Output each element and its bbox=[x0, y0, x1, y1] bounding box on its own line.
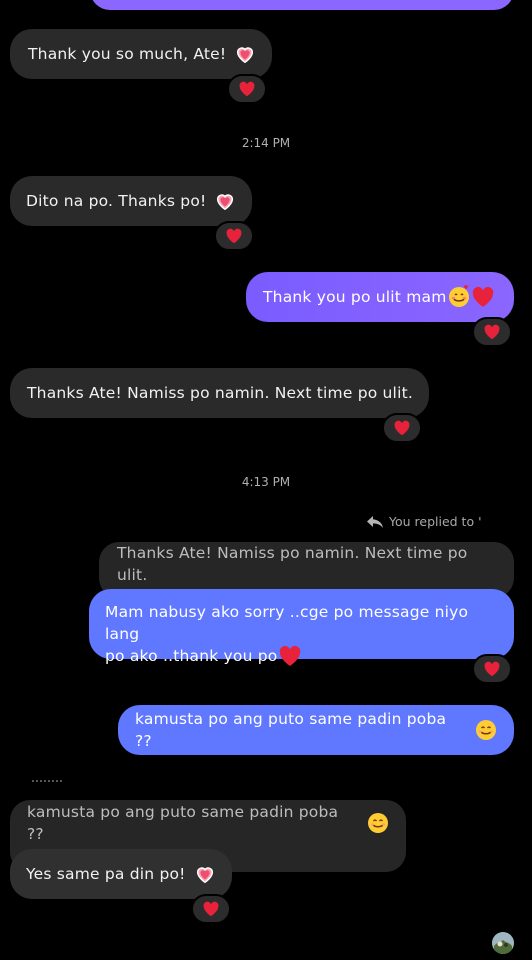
heart-icon bbox=[203, 901, 219, 917]
heart-icon bbox=[484, 661, 500, 677]
reaction-badge[interactable] bbox=[382, 413, 422, 443]
red-heart-emoji-icon bbox=[278, 645, 302, 667]
reply-header: You replied to ' bbox=[366, 514, 482, 529]
seen-avatar bbox=[492, 932, 514, 954]
heart-icon bbox=[484, 324, 500, 340]
message-text: Thank you so much, Ate! bbox=[28, 45, 227, 63]
reaction-badge[interactable] bbox=[227, 74, 267, 104]
message-text: Thanks Ate! Namiss po namin. Next time p… bbox=[27, 384, 413, 402]
quoted-text: kamusta po ang puto same padin poba ?? bbox=[27, 803, 339, 843]
reaction-badge[interactable] bbox=[214, 221, 254, 251]
heart-icon bbox=[226, 228, 242, 244]
smiling-face-icon bbox=[366, 811, 390, 835]
message-bubble-incoming[interactable]: Thank you so much, Ate! bbox=[10, 29, 273, 79]
message-text-line-2: po ako ..thank you po bbox=[105, 647, 278, 665]
message-bubble-outgoing[interactable]: Thank you po ulit mam bbox=[246, 272, 514, 322]
cut-off-text bbox=[32, 780, 62, 786]
previous-message-bubble[interactable] bbox=[90, 0, 514, 10]
message-bubble-incoming[interactable]: Dito na po. Thanks po! bbox=[10, 176, 253, 226]
timestamp: 4:13 PM bbox=[241, 475, 291, 489]
reply-header-text: You replied to ' bbox=[389, 514, 482, 529]
message-text: Thank you po ulit mam bbox=[263, 288, 447, 306]
reply-arrow-icon bbox=[367, 515, 383, 528]
pink-heart-emoji-icon bbox=[214, 190, 236, 212]
message-bubble-outgoing[interactable]: kamusta po ang puto same padin poba ?? bbox=[118, 705, 514, 755]
heart-icon bbox=[394, 420, 410, 436]
quoted-text: Thanks Ate! Namiss po namin. Next time p… bbox=[117, 544, 468, 584]
reaction-badge[interactable] bbox=[472, 317, 512, 347]
message-bubble-outgoing[interactable]: Mam nabusy ako sorry ..cge po message ni… bbox=[89, 589, 514, 666]
message-text: Dito na po. Thanks po! bbox=[26, 192, 207, 210]
timestamp: 2:14 PM bbox=[241, 136, 291, 150]
message-text: Yes same pa din po! bbox=[26, 865, 186, 883]
reaction-badge[interactable] bbox=[191, 894, 231, 924]
red-heart-emoji-icon bbox=[471, 286, 495, 308]
message-bubble-incoming[interactable]: Thanks Ate! Namiss po namin. Next time p… bbox=[10, 368, 429, 418]
reaction-badge[interactable] bbox=[472, 654, 512, 684]
message-bubble-incoming[interactable]: Yes same pa din po! bbox=[10, 849, 232, 899]
message-text: kamusta po ang puto same padin poba ?? bbox=[135, 710, 447, 750]
message-text-line-1: Mam nabusy ako sorry ..cge po message ni… bbox=[105, 603, 469, 643]
smiling-face-icon bbox=[474, 718, 498, 742]
smiling-face-with-hearts-icon bbox=[447, 285, 471, 309]
pink-heart-emoji-icon bbox=[194, 863, 216, 885]
pink-heart-emoji-icon bbox=[234, 43, 256, 65]
heart-icon bbox=[239, 81, 255, 97]
